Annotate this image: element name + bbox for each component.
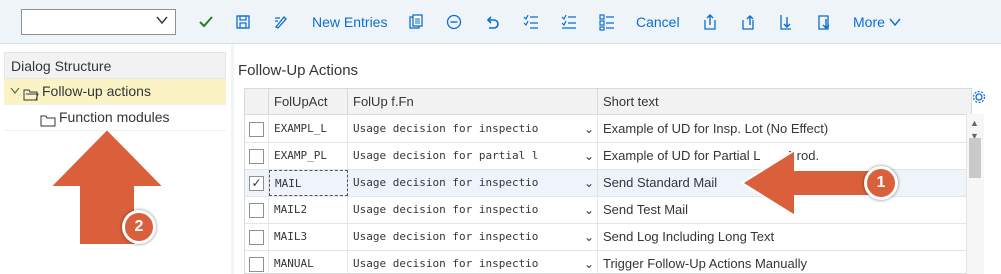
undo-icon[interactable] [481, 10, 503, 34]
dropdown-icon[interactable]: ⌄ [584, 143, 594, 169]
row-selector[interactable] [245, 197, 269, 223]
short-text-cell: Trigger Follow-Up Actions Manually [603, 256, 807, 271]
row-checkbox-checked[interactable]: ✓ [249, 176, 264, 191]
cancel-button[interactable]: Cancel [636, 10, 680, 34]
row-selector[interactable]: ✓ [245, 170, 269, 196]
function-value: Usage decision for inspectio [353, 176, 539, 189]
row-checkbox[interactable] [249, 230, 264, 245]
select-column-header[interactable] [245, 89, 269, 115]
toolbar: New Entries Cancel More [0, 0, 1001, 44]
dialog-structure-title: Dialog Structure [4, 52, 226, 79]
row-checkbox[interactable] [249, 122, 264, 137]
function-cell[interactable]: Usage decision for inspectio ⌄ [348, 116, 598, 142]
save-icon[interactable] [232, 10, 254, 34]
function-value: Usage decision for partial l [353, 149, 539, 162]
short-text-value: Example of UD for Partial L [603, 148, 761, 163]
folupact-cell[interactable]: MAIL3 [269, 224, 348, 250]
table-settings-icon[interactable] [972, 90, 986, 104]
function-cell[interactable]: Usage decision for inspectio ⌄ [348, 251, 598, 274]
function-cell[interactable]: Usage decision for inspectio ⌄ [348, 170, 598, 196]
dropdown-icon[interactable]: ⌄ [584, 116, 594, 142]
row-selector[interactable] [245, 251, 269, 274]
edit-display-icon[interactable] [270, 10, 292, 34]
deselect-all-icon[interactable] [596, 10, 618, 34]
select-block-icon[interactable] [558, 10, 580, 34]
command-field[interactable] [21, 9, 176, 35]
short-text-cell: Send Log Including Long Text [603, 229, 775, 244]
folupact-cell[interactable]: EXAMPL_L [269, 116, 348, 142]
column-header-folup-fn[interactable]: FolUp f.Fn [348, 89, 598, 115]
chevron-down-icon [889, 14, 901, 30]
dropdown-icon[interactable]: ⌄ [584, 224, 594, 250]
check-icon[interactable] [195, 10, 217, 34]
row-checkbox[interactable] [249, 203, 264, 218]
annotation-badge-1: 1 [864, 166, 898, 200]
previous-entry-icon[interactable] [737, 10, 759, 34]
column-header-folupact[interactable]: FolUpAct [269, 89, 348, 115]
tree-item-follow-up-actions[interactable]: Follow-up actions [4, 79, 226, 105]
folupact-cell[interactable]: MAIL2 [269, 197, 348, 223]
annotation-badge-2: 2 [122, 210, 156, 244]
scroll-up-icon[interactable]: ▲ [970, 118, 979, 128]
chevron-down-icon [155, 13, 169, 30]
table-row[interactable]: MANUAL Usage decision for inspectio ⌄ Tri… [245, 251, 971, 274]
folder-open-icon [23, 84, 39, 101]
function-value: Usage decision for inspectio [353, 230, 539, 243]
function-cell[interactable]: Usage decision for inspectio ⌄ [348, 197, 598, 223]
annotation-arrow-left [740, 148, 880, 221]
select-all-icon[interactable] [520, 10, 542, 34]
new-entries-button[interactable]: New Entries [312, 10, 387, 34]
table-row[interactable]: EXAMPL_L Usage decision for inspectio ⌄ E… [245, 116, 971, 143]
copy-as-icon[interactable] [405, 10, 427, 34]
delete-icon[interactable] [443, 10, 465, 34]
scrollbar-thumb[interactable] [969, 138, 981, 178]
folupact-cell[interactable]: MANUAL [269, 251, 348, 274]
row-selector[interactable] [245, 143, 269, 169]
more-label: More [853, 14, 885, 30]
column-header-short-text[interactable]: Short text [598, 89, 971, 115]
function-cell[interactable]: Usage decision for inspectio ⌄ [348, 224, 598, 250]
last-entry-icon[interactable] [813, 10, 835, 34]
page-title: Follow-Up Actions [238, 62, 359, 79]
folupact-cell[interactable]: EXAMP_PL [269, 143, 348, 169]
short-text-cell: Example of UD for Insp. Lot (No Effect) [603, 121, 829, 136]
splitter[interactable] [231, 44, 234, 274]
row-checkbox[interactable] [249, 149, 264, 164]
dropdown-icon[interactable]: ⌄ [584, 251, 594, 274]
folupact-cell[interactable]: MAIL [269, 170, 348, 196]
dropdown-icon[interactable]: ⌄ [584, 170, 594, 196]
more-button[interactable]: More [853, 10, 901, 34]
function-value: Usage decision for inspectio [353, 203, 539, 216]
table-row[interactable]: MAIL3 Usage decision for inspectio ⌄ Send… [245, 224, 971, 251]
row-checkbox[interactable] [249, 257, 264, 272]
function-value: Usage decision for inspectio [353, 257, 539, 270]
row-selector[interactable] [245, 224, 269, 250]
tree-item-label: Follow-up actions [42, 83, 151, 99]
row-selector[interactable] [245, 116, 269, 142]
function-value: Usage decision for inspectio [353, 122, 539, 135]
function-cell[interactable]: Usage decision for partial l ⌄ [348, 143, 598, 169]
folder-icon [40, 110, 56, 127]
dropdown-icon[interactable]: ⌄ [584, 197, 594, 223]
tree-item-label: Function modules [59, 109, 170, 125]
first-entry-icon[interactable] [699, 10, 721, 34]
next-entry-icon[interactable] [775, 10, 797, 34]
